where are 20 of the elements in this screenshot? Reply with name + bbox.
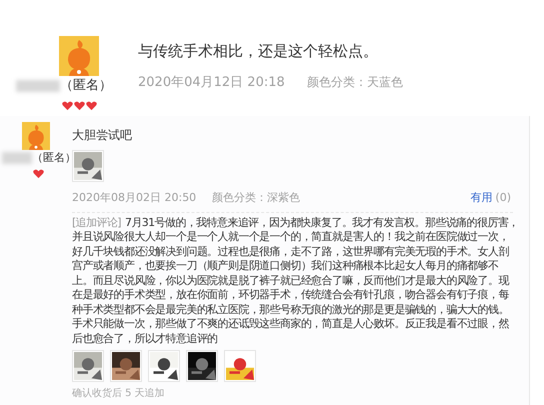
append-comment: [追加评论] 7月31号做的，我特意来追评，因为都快康复了。我才有发言权。那些说痛的很厉害，并且说风险很大人却一个是一个人就一个是一个的，简直就是害人的！我之前在医院做过一次，好几千块钱都还没解决到问题。过程也是很痛，走不了路，这世界哪有完美无瑕的手术。女人剖宫产或者顺产，也要挨一刀（顺产则是阴道口侧切）我们这种痛根本比起女人每月的痛都够不上。而且尽说风险，你以为医院就是脱了裤子就已经愈合了嘛，反而他们才是最大的风险了。现在是最好的手术类型，放在你面前，环切器手术，传统缝合会有针孔痕，吻合器会有钉子痕，每种手术类型都不会是最完美的私立医院，那些号称无痕的激光的那是更是骗钱的，骗大大的钱。手术只能做一次，那些做了不爽的还诋毁这些商家的，简直是人心败坏。反正我是看不过眼，然后也愈合了，所以才特意追评的 xyxy=(72,216,520,346)
avatar-icon xyxy=(22,122,50,150)
heart-icon xyxy=(62,100,72,110)
useful-link[interactable]: 有用 xyxy=(470,190,492,206)
review-text: 与传统手术相比，还是这个轻松点。 xyxy=(138,41,379,62)
append-note: 确认收货后 5 天追加 xyxy=(72,386,166,401)
color-variant: 颜色分类：天蓝色 xyxy=(306,74,403,90)
review-text: 大胆尝试吧 xyxy=(72,127,133,144)
blurred-name xyxy=(16,80,60,92)
heart-icon xyxy=(74,100,84,110)
heart-icon xyxy=(32,168,44,178)
avatar-icon xyxy=(59,36,99,76)
author-name: （匿名） xyxy=(60,77,112,95)
useful-count: (0) xyxy=(495,190,511,206)
review-date: 2020年04月12日 20:18 xyxy=(138,74,285,92)
blurred-name xyxy=(2,152,32,164)
author-name: （匿名） xyxy=(32,150,76,166)
color-variant: 颜色分类：深紫色 xyxy=(212,190,300,206)
review-date: 2020年08月02日 20:50 xyxy=(72,190,196,206)
heart-icon xyxy=(86,100,96,110)
